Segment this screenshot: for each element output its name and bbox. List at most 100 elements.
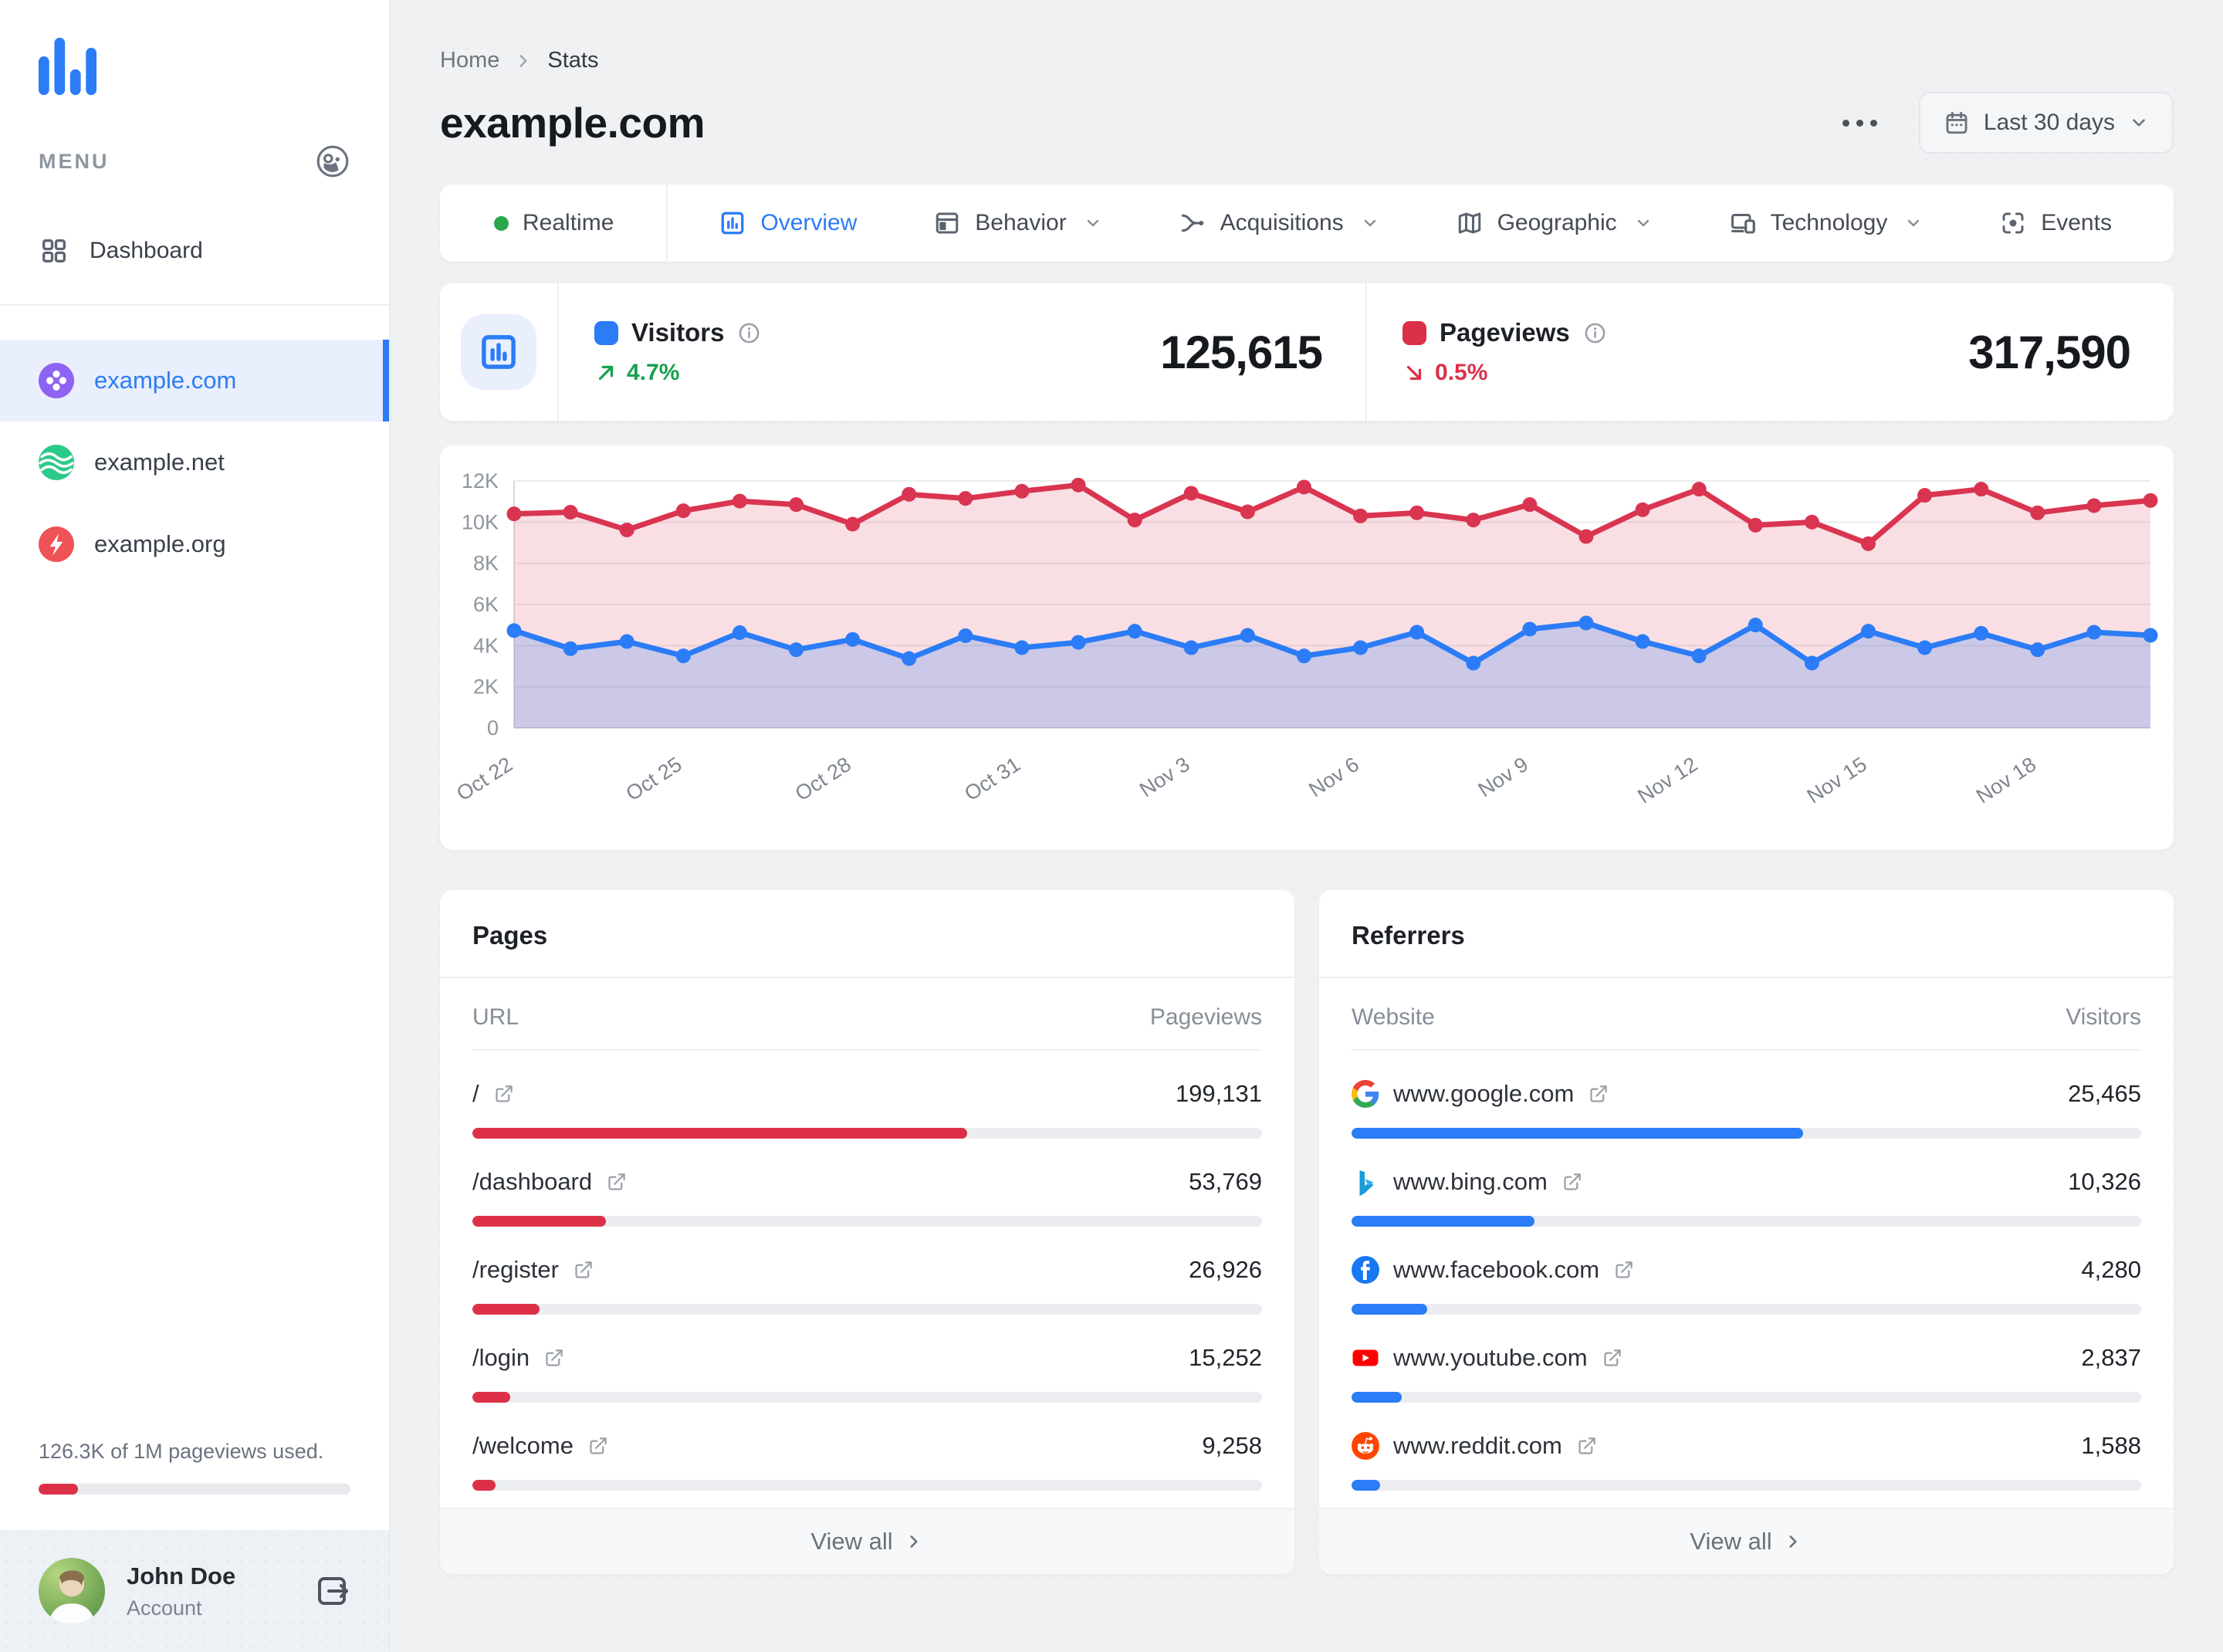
referrer-bar xyxy=(1352,1304,2141,1315)
persona-icon[interactable] xyxy=(315,144,350,179)
tab-geographic[interactable]: Geographic xyxy=(1456,209,1653,237)
chevron-right-icon xyxy=(513,51,533,71)
external-link-icon[interactable] xyxy=(1562,1172,1582,1193)
page-pageviews: 26,926 xyxy=(1189,1256,1262,1283)
referrer-site[interactable]: www.youtube.com xyxy=(1393,1344,1588,1372)
tab-acquisitions[interactable]: Acquisitions xyxy=(1179,209,1379,237)
usage-progressbar xyxy=(39,1484,350,1495)
chevron-down-icon xyxy=(1361,214,1379,232)
site-label: example.net xyxy=(94,449,225,476)
referrer-site[interactable]: www.facebook.com xyxy=(1393,1256,1599,1284)
traffic-area-chart[interactable]: 0 2K 4K 6K 8K 10K 12K Oct 22 Oct 25 Oct 28 Oct 31 N… xyxy=(440,452,2174,847)
date-range-label: Last 30 days xyxy=(1983,110,2115,135)
pages-card-title: Pages xyxy=(440,890,1294,978)
usage-meter: 126.3K of 1M pageviews used. xyxy=(0,1440,389,1495)
external-link-icon[interactable] xyxy=(1602,1348,1622,1369)
tab-label: Geographic xyxy=(1497,210,1617,235)
page-bar xyxy=(472,1480,1262,1491)
youtube-favicon xyxy=(1352,1344,1379,1372)
svg-text:Nov 6: Nov 6 xyxy=(1304,753,1363,802)
page-bar xyxy=(472,1392,1262,1403)
chevron-right-icon xyxy=(904,1532,924,1552)
page-pageviews: 53,769 xyxy=(1189,1168,1262,1195)
tab-label: Events xyxy=(2041,210,2112,235)
usage-text: 126.3K of 1M pageviews used. xyxy=(39,1440,324,1463)
chevron-right-icon xyxy=(1783,1532,1803,1552)
referrers-col-visitors: Visitors xyxy=(2066,1004,2141,1030)
referrer-visitors: 2,837 xyxy=(2081,1344,2141,1371)
facebook-favicon xyxy=(1352,1256,1379,1284)
site-waves-icon xyxy=(39,445,74,480)
stat-pageviews-trend: 0.5% xyxy=(1402,360,1607,386)
tab-technology[interactable]: Technology xyxy=(1729,209,1924,237)
external-link-icon[interactable] xyxy=(573,1260,594,1281)
page-pageviews: 199,131 xyxy=(1175,1080,1262,1107)
tab-events[interactable]: Events xyxy=(1999,209,2112,237)
svg-text:Nov 12: Nov 12 xyxy=(1633,753,1701,808)
page-url[interactable]: /dashboard xyxy=(472,1168,592,1196)
external-link-icon[interactable] xyxy=(1613,1260,1634,1281)
menu-heading: MENU xyxy=(39,149,110,173)
svg-text:Oct 25: Oct 25 xyxy=(622,753,686,805)
tab-overview[interactable]: Overview xyxy=(719,209,857,237)
geographic-map-icon xyxy=(1456,209,1484,237)
sidebar-item-dashboard[interactable]: Dashboard xyxy=(0,216,389,286)
referrer-site[interactable]: www.google.com xyxy=(1393,1080,1574,1108)
tab-label: Acquisitions xyxy=(1220,210,1344,235)
avatar xyxy=(39,1558,105,1624)
account-section[interactable]: John Doe Account xyxy=(0,1530,389,1652)
calendar-icon xyxy=(1944,110,1970,136)
page-url[interactable]: /welcome xyxy=(472,1432,574,1460)
referrer-site[interactable]: www.bing.com xyxy=(1393,1168,1548,1196)
referrer-bar xyxy=(1352,1128,2141,1139)
info-icon[interactable] xyxy=(737,321,761,345)
breadcrumb-home[interactable]: Home xyxy=(440,48,499,73)
logout-icon[interactable] xyxy=(313,1572,350,1610)
svg-text:8K: 8K xyxy=(473,552,499,575)
acquisitions-branch-icon xyxy=(1179,209,1206,237)
external-link-icon[interactable] xyxy=(543,1348,564,1369)
external-link-icon[interactable] xyxy=(493,1084,514,1105)
breadcrumb: Home Stats xyxy=(440,48,2174,73)
referrer-row: www.reddit.com 1,588 xyxy=(1352,1403,2141,1491)
referrers-col-website: Website xyxy=(1352,1004,1435,1030)
svg-text:Nov 9: Nov 9 xyxy=(1474,753,1533,802)
page-url[interactable]: /login xyxy=(472,1344,530,1372)
svg-text:4K: 4K xyxy=(473,634,499,657)
main-content: Home Stats example.com Last 30 days Real… xyxy=(391,0,2223,1652)
site-bolt-icon xyxy=(39,526,74,562)
google-favicon xyxy=(1352,1080,1379,1108)
site-label: example.org xyxy=(94,530,226,557)
referrer-visitors: 10,326 xyxy=(2068,1168,2141,1195)
sidebar-divider xyxy=(0,304,389,306)
info-icon[interactable] xyxy=(1583,321,1607,345)
tab-behavior[interactable]: Behavior xyxy=(933,209,1101,237)
referrer-site[interactable]: www.reddit.com xyxy=(1393,1432,1562,1460)
referrer-bar xyxy=(1352,1392,2141,1403)
tab-realtime[interactable]: Realtime xyxy=(440,184,668,262)
pages-col-pageviews: Pageviews xyxy=(1149,1004,1262,1030)
date-range-button[interactable]: Last 30 days xyxy=(1918,92,2174,154)
sidebar-site-example-com[interactable]: example.com xyxy=(0,340,389,421)
external-link-icon[interactable] xyxy=(1576,1436,1597,1457)
stats-chart-icon xyxy=(461,314,536,390)
page-url[interactable]: /register xyxy=(472,1256,559,1284)
stat-visitors-trend: 4.7% xyxy=(594,360,761,386)
sidebar-site-example-net[interactable]: example.net xyxy=(0,421,389,503)
external-link-icon[interactable] xyxy=(606,1172,627,1193)
svg-text:Oct 22: Oct 22 xyxy=(452,753,516,805)
external-link-icon[interactable] xyxy=(587,1436,608,1457)
events-scan-icon xyxy=(1999,209,2027,237)
more-options-button[interactable] xyxy=(1835,112,1885,134)
referrer-row: www.google.com 25,465 xyxy=(1352,1051,2141,1139)
account-name: John Doe xyxy=(127,1562,236,1589)
pages-view-all-button[interactable]: View all xyxy=(440,1508,1294,1574)
referrers-view-all-button[interactable]: View all xyxy=(1319,1508,2174,1574)
page-title: example.com xyxy=(440,99,705,147)
sidebar: MENU Dashboard example.com example.net e… xyxy=(0,0,391,1652)
svg-text:10K: 10K xyxy=(462,510,499,533)
external-link-icon[interactable] xyxy=(1588,1084,1609,1105)
sidebar-site-example-org[interactable]: example.org xyxy=(0,503,389,585)
page-url[interactable]: / xyxy=(472,1080,479,1108)
svg-text:Oct 31: Oct 31 xyxy=(960,753,1024,805)
